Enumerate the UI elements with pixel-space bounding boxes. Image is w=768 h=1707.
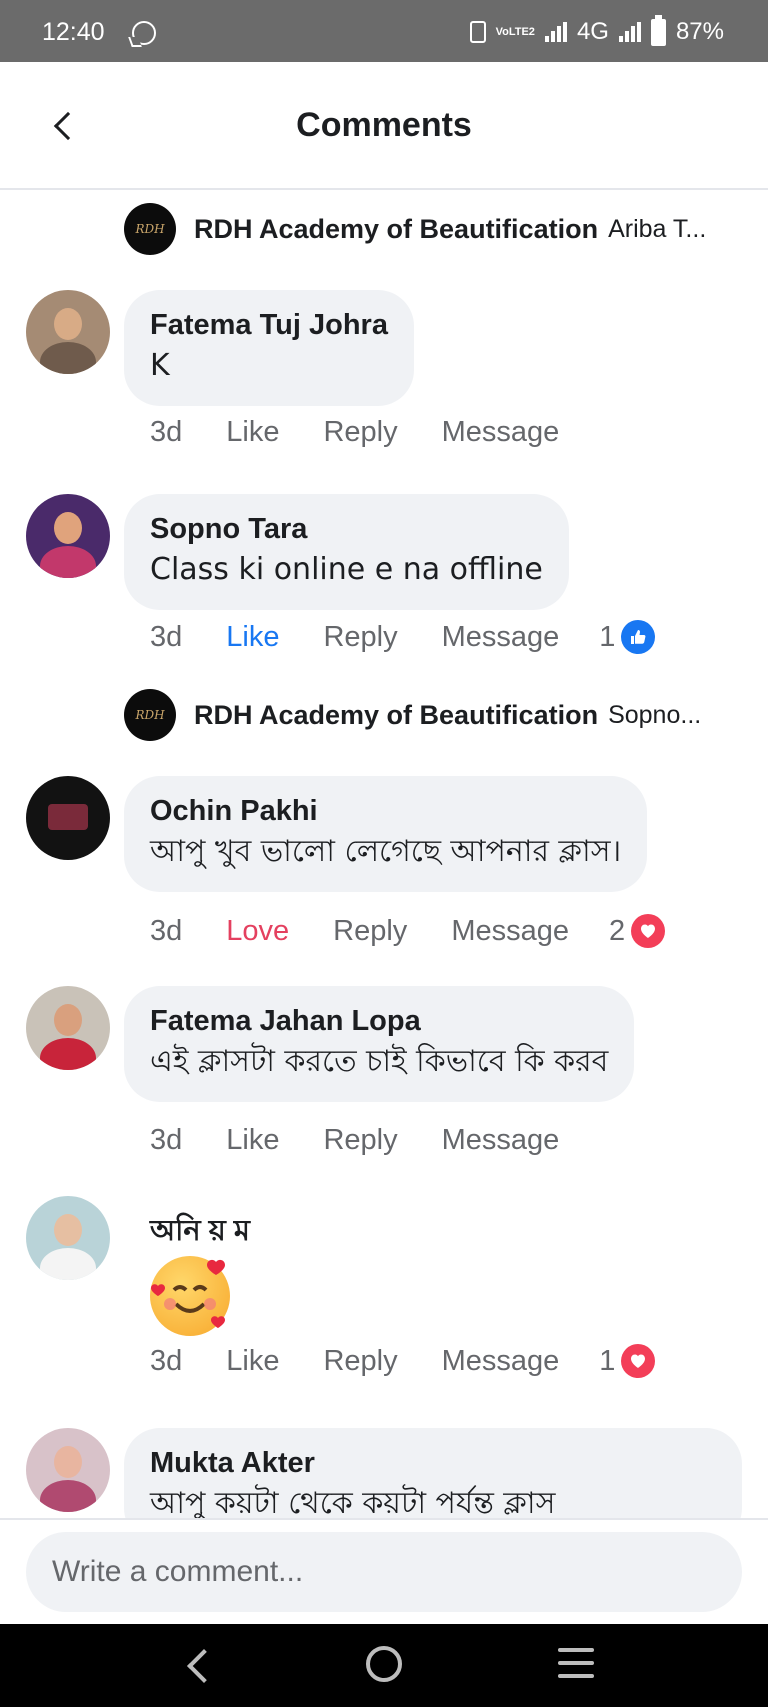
message-button[interactable]: Message bbox=[442, 416, 560, 449]
reply-button[interactable]: Reply bbox=[323, 416, 397, 449]
message-button[interactable]: Message bbox=[442, 1345, 560, 1378]
reply-preview-snippet: Sopno... bbox=[608, 700, 702, 729]
comment-actions: 3d Like Reply Message bbox=[150, 416, 603, 449]
comment-bubble[interactable]: Fatema Tuj Johra K bbox=[124, 290, 414, 406]
like-button[interactable]: Like bbox=[226, 621, 279, 654]
comment-text: আপু কয়টা থেকে কয়টা পর্যন্ত ক্লাস bbox=[150, 1486, 556, 1518]
like-button[interactable]: Like bbox=[226, 1124, 279, 1157]
nav-menu-icon[interactable] bbox=[558, 1648, 594, 1680]
reply-preview[interactable]: RDH RDH Academy of Beautification Ariba … bbox=[124, 203, 744, 255]
avatar[interactable] bbox=[26, 494, 110, 578]
comment-composer: Write a comment... bbox=[0, 1518, 768, 1624]
whatsapp-icon bbox=[132, 21, 156, 45]
battery-icon bbox=[650, 14, 666, 46]
comment-bubble[interactable]: Ochin Pakhi আপু খুব ভালো লেগেছে আপনার ক্… bbox=[124, 776, 648, 892]
battery-percent: 87% bbox=[675, 18, 724, 45]
comment-author[interactable]: Mukta Akter bbox=[150, 1444, 716, 1482]
avatar[interactable] bbox=[26, 986, 110, 1070]
comment-author[interactable]: Fatema Tuj Johra bbox=[150, 306, 388, 344]
comment-actions: 3d Like Reply Message 1 bbox=[150, 1344, 743, 1378]
reply-button[interactable]: Reply bbox=[323, 621, 397, 654]
comment-time: 3d bbox=[150, 1344, 183, 1377]
status-time: 12:40 bbox=[42, 18, 105, 46]
comment-actions: 3d Like Reply Message 1 bbox=[150, 620, 743, 654]
comment-text: এই ক্লাসটা করতে চাই কিভাবে কি করব bbox=[150, 1044, 609, 1079]
comment-author[interactable]: Fatema Jahan Lopa bbox=[150, 1002, 608, 1040]
status-icons: VoLTE2 4G 87% bbox=[469, 14, 724, 46]
thumbs-up-icon bbox=[621, 620, 656, 654]
reaction-summary[interactable]: 1 bbox=[599, 1344, 699, 1378]
like-button[interactable]: Like bbox=[226, 1345, 279, 1378]
comment-time: 3d bbox=[150, 1124, 183, 1156]
comment-time: 3d bbox=[150, 914, 183, 947]
message-button[interactable]: Message bbox=[442, 621, 560, 654]
comment-text: Class ki online e na offline bbox=[150, 552, 543, 587]
comments-list[interactable]: RDH RDH Academy of Beautification Ariba … bbox=[0, 192, 768, 1518]
reply-button[interactable]: Reply bbox=[323, 1345, 397, 1378]
network-label: 4G bbox=[576, 18, 609, 45]
reply-preview[interactable]: RDH RDH Academy of Beautification Sopno.… bbox=[124, 689, 744, 741]
comment-time: 3d bbox=[150, 416, 183, 448]
nav-home-icon[interactable] bbox=[366, 1646, 402, 1682]
vibrate-icon bbox=[469, 21, 486, 43]
reply-button[interactable]: Reply bbox=[333, 915, 407, 948]
reply-preview-snippet: Ariba T... bbox=[608, 214, 707, 243]
comment-author[interactable]: Sopno Tara bbox=[150, 510, 543, 548]
avatar[interactable] bbox=[26, 776, 110, 860]
reply-button[interactable]: Reply bbox=[323, 1124, 397, 1157]
heart-icon bbox=[631, 914, 666, 948]
comment-actions: 3d Love Reply Message 2 bbox=[150, 914, 753, 948]
system-nav-bar bbox=[0, 1624, 768, 1707]
like-button[interactable]: Like bbox=[226, 416, 279, 449]
signal-icon-2 bbox=[618, 22, 641, 42]
volte-label: VoLTE2 bbox=[495, 25, 535, 38]
status-bar: 12:40 VoLTE2 4G 87% bbox=[0, 0, 768, 62]
comment-input[interactable]: Write a comment... bbox=[26, 1532, 742, 1612]
smiling-face-with-hearts-icon bbox=[150, 1256, 230, 1336]
comment-bubble[interactable]: Fatema Jahan Lopa এই ক্লাসটা করতে চাই কি… bbox=[124, 986, 635, 1102]
reply-preview-author: RDH Academy of Beautification bbox=[194, 699, 599, 730]
reaction-summary[interactable]: 2 bbox=[609, 914, 709, 948]
comment-author[interactable]: Ochin Pakhi bbox=[150, 792, 621, 830]
avatar[interactable] bbox=[26, 1428, 110, 1512]
rdh-logo-icon: RDH bbox=[124, 689, 176, 741]
comments-header: Comments bbox=[0, 62, 768, 190]
comment-bubble[interactable]: Mukta Akter আপু কয়টা থেকে কয়টা পর্যন্ত… bbox=[124, 1428, 742, 1518]
comment-time: 3d bbox=[150, 620, 183, 653]
comment-text: K bbox=[150, 348, 170, 383]
reaction-count: 1 bbox=[599, 620, 616, 653]
message-button[interactable]: Message bbox=[451, 915, 569, 948]
signal-icon bbox=[544, 22, 567, 42]
nav-back-icon[interactable] bbox=[180, 1646, 220, 1686]
comment-author[interactable]: অনি য় ম bbox=[150, 1212, 250, 1250]
comment-bubble[interactable]: Sopno Tara Class ki online e na offline bbox=[124, 494, 569, 610]
avatar[interactable] bbox=[26, 1196, 110, 1280]
comment-actions: 3d Like Reply Message bbox=[150, 1124, 603, 1157]
reaction-count: 1 bbox=[599, 1344, 616, 1377]
rdh-logo-icon: RDH bbox=[124, 203, 176, 255]
message-button[interactable]: Message bbox=[442, 1124, 560, 1157]
reaction-count: 2 bbox=[608, 914, 626, 947]
avatar[interactable] bbox=[26, 290, 110, 374]
reaction-summary[interactable]: 1 bbox=[599, 620, 699, 654]
reply-preview-author: RDH Academy of Beautification bbox=[194, 213, 599, 244]
page-title: Comments bbox=[296, 106, 472, 144]
heart-icon bbox=[621, 1344, 656, 1378]
comment-text: আপু খুব ভালো লেগেছে আপনার ক্লাস। bbox=[150, 834, 622, 869]
love-button[interactable]: Love bbox=[226, 915, 289, 948]
